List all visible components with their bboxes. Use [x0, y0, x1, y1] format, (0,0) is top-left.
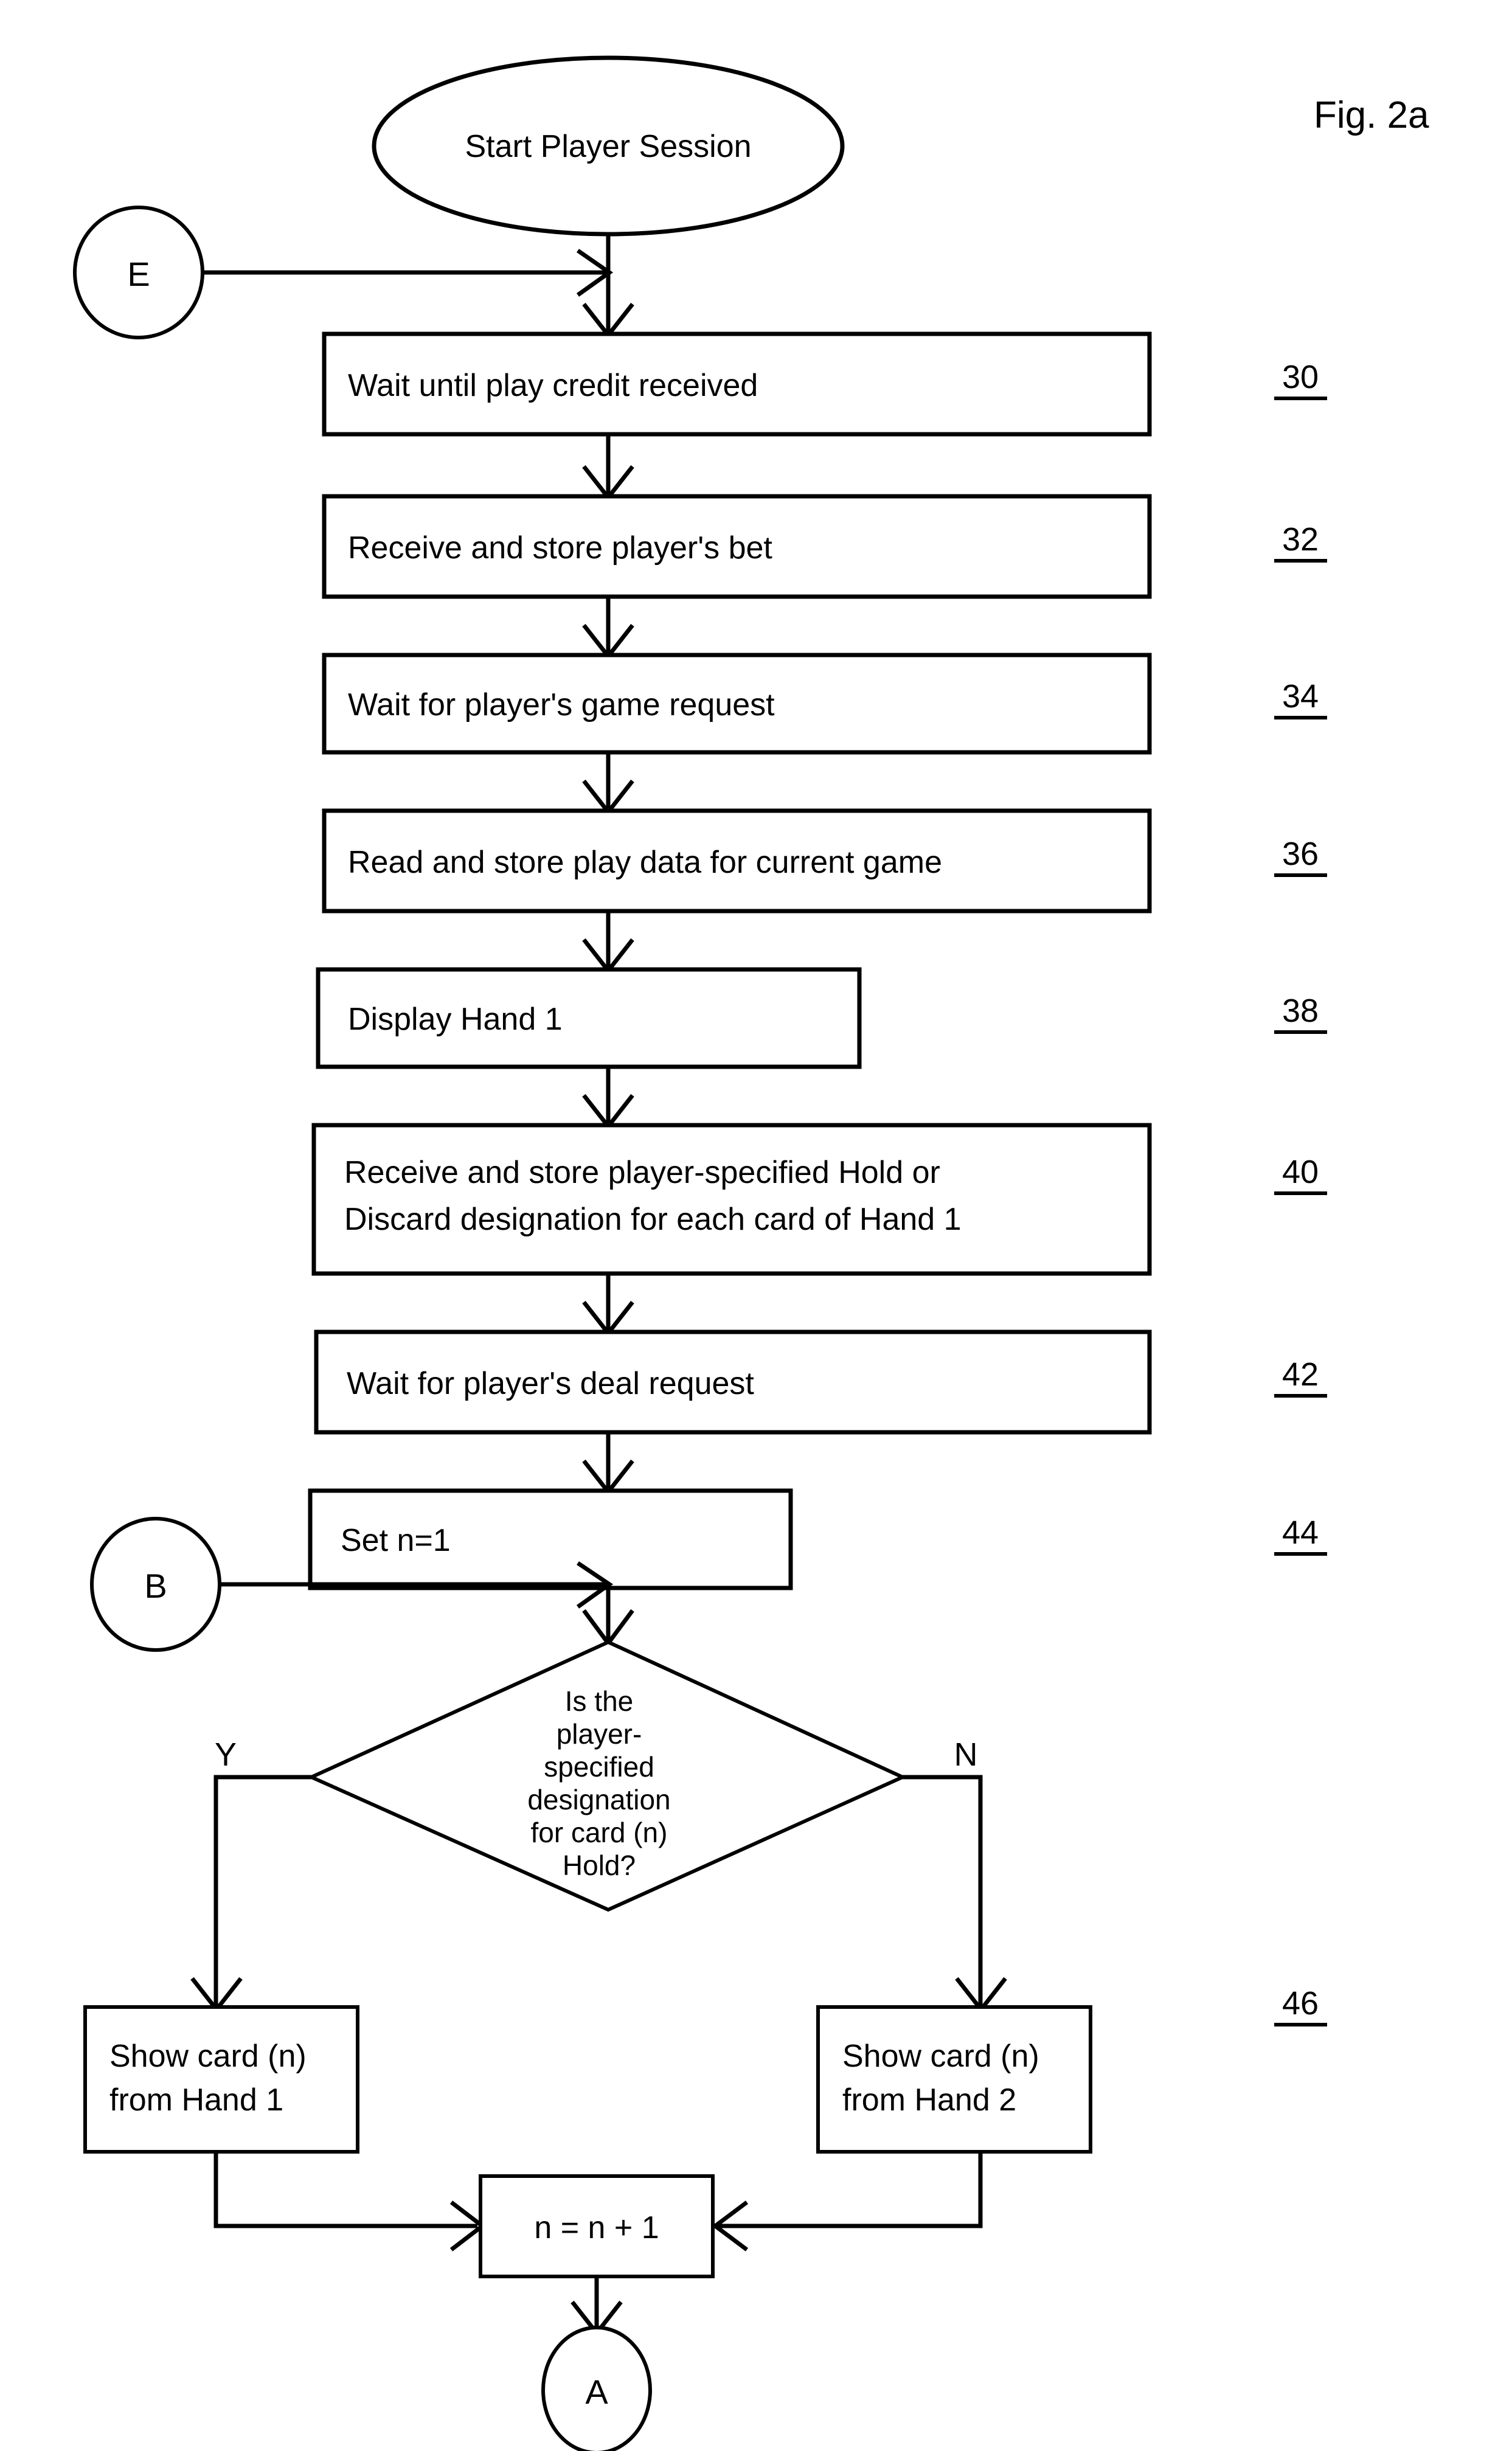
- figure-title: Fig. 2a: [1314, 94, 1429, 136]
- process-box-36-label: Read and store play data for current gam…: [348, 845, 942, 880]
- process-box-42-label: Wait for player's deal request: [347, 1366, 754, 1401]
- decision-no-label: N: [954, 1736, 978, 1773]
- decision-label-line6: Hold?: [563, 1850, 636, 1881]
- decision-label-line3: specified: [544, 1751, 654, 1783]
- process-box-show-card-hand2: [816, 2005, 1092, 2154]
- ref-number-32: 32: [1282, 521, 1319, 558]
- connector-decision-yes: [213, 1775, 311, 2006]
- ref-number-40: 40: [1282, 1154, 1319, 1190]
- ref-number-44: 44: [1282, 1514, 1319, 1551]
- show-card-hand2-line1: Show card (n): [842, 2039, 1039, 2074]
- connector-decision-no: [903, 1775, 983, 2006]
- process-box-38-label: Display Hand 1: [348, 1002, 563, 1037]
- decision-label-line5: for card (n): [531, 1817, 668, 1848]
- decision-label-line2: player-: [557, 1718, 642, 1750]
- process-box-30-label: Wait until play credit received: [348, 368, 758, 403]
- ref-number-34: 34: [1282, 678, 1319, 715]
- process-box-40: [311, 1123, 1152, 1276]
- process-box-40-label-line1: Receive and store player-specified Hold …: [344, 1155, 940, 1190]
- process-box-44-label: Set n=1: [341, 1523, 451, 1558]
- decision-label-line1: Is the: [565, 1685, 634, 1717]
- show-card-hand1-line1: Show card (n): [109, 2039, 307, 2074]
- process-box-show-card-hand1: [83, 2005, 359, 2154]
- connector-label-e: E: [127, 255, 150, 293]
- ref-number-42: 42: [1282, 1356, 1319, 1393]
- connector-yes-box-to-increment: [213, 2152, 477, 2228]
- connector-no-box-to-increment: [718, 2152, 983, 2228]
- ref-number-38: 38: [1282, 993, 1319, 1029]
- show-card-hand1-line2: from Hand 1: [109, 2082, 283, 2118]
- connector-label-a: A: [585, 2373, 608, 2411]
- connector-label-b: B: [144, 1567, 167, 1605]
- flowchart-canvas: Fig. 2a Start Player Session E Wait unti…: [73, 55, 1429, 2451]
- process-box-increment-label: n = n + 1: [534, 2210, 659, 2245]
- ref-number-46: 46: [1282, 1985, 1319, 2022]
- start-terminator-label: Start Player Session: [465, 129, 751, 164]
- ref-number-30: 30: [1282, 359, 1319, 395]
- process-box-40-label-line2: Discard designation for each card of Han…: [344, 1202, 962, 1237]
- show-card-hand2-line2: from Hand 2: [842, 2082, 1016, 2118]
- decision-label-line4: designation: [527, 1784, 670, 1815]
- ref-number-36: 36: [1282, 836, 1319, 872]
- decision-yes-label: Y: [215, 1736, 237, 1773]
- process-box-32-label: Receive and store player's bet: [348, 530, 772, 566]
- patent-flowchart-figure: Fig. 2a Start Player Session E Wait unti…: [0, 0, 1512, 2451]
- process-box-34-label: Wait for player's game request: [348, 687, 775, 723]
